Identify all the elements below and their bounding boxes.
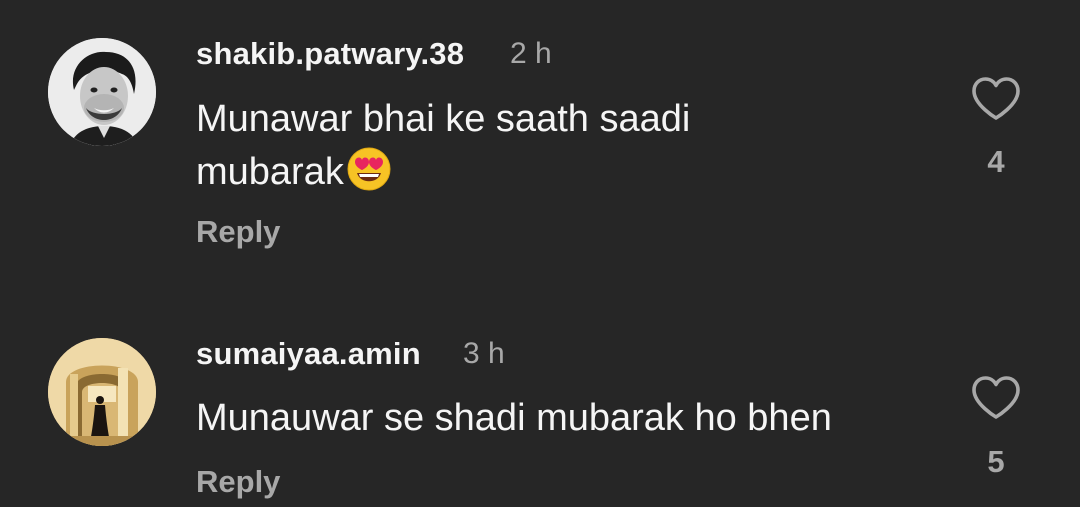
reply-button[interactable]: Reply: [196, 464, 280, 500]
avatar[interactable]: [48, 338, 156, 446]
avatar[interactable]: [48, 38, 156, 146]
heart-eyes-emoji-icon: [347, 147, 391, 191]
like-count: 4: [987, 144, 1005, 179]
like-count: 5: [987, 444, 1005, 479]
heart-icon[interactable]: [970, 76, 1022, 122]
comment-text: Munawar bhai ke saath saadi mubarak: [196, 93, 776, 199]
comment-item: sumaiyaa.amin 3 h Munauwar se shadi muba…: [0, 300, 1080, 507]
reply-button[interactable]: Reply: [196, 214, 280, 250]
comment-text: Munauwar se shadi mubarak ho bhen: [196, 397, 832, 439]
comment-timestamp: 3 h: [463, 337, 505, 370]
comment-username[interactable]: sumaiyaa.amin: [196, 336, 421, 372]
comment-timestamp: 2 h: [510, 37, 552, 70]
heart-icon[interactable]: [970, 375, 1022, 421]
comment-text-body: Munawar bhai ke saath saadi mubarak: [196, 98, 691, 193]
comment-username[interactable]: shakib.patwary.38: [196, 36, 464, 72]
comment-item: shakib.patwary.38 2 h Munawar bhai ke sa…: [0, 0, 1080, 290]
